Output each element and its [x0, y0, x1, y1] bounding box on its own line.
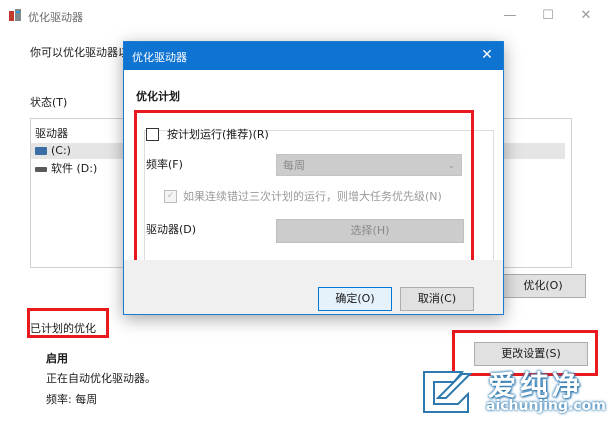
optimize-button[interactable]: 优化(O) [500, 274, 586, 298]
drive-label: 软件 (D:) [51, 162, 98, 175]
dialog-close-icon[interactable]: ✕ [477, 45, 497, 65]
dialog-body: 优化计划 按计划运行(推荐)(R) 频率(F) 每周 ⌄ ✓ 如果连续错过三次计… [124, 70, 503, 288]
window-description: 你可以优化驱动器以 [30, 46, 129, 59]
status-label: 状态(T) [30, 96, 68, 109]
schedule-status: 启用 [46, 352, 68, 365]
background-titlebar: 优化驱动器 — ☐ ✕ [0, 0, 614, 32]
drive-list-header[interactable]: 驱动器 [35, 125, 68, 141]
highlight-box-scheduled [27, 308, 109, 338]
drive-label: (C:) [51, 144, 71, 157]
close-button[interactable]: ✕ [564, 0, 608, 32]
defrag-app-icon [9, 9, 21, 21]
ok-button[interactable]: 确定(O) [318, 287, 392, 311]
watermark-url: aichunjing.com [486, 398, 606, 414]
drive-row-d[interactable]: 软件 (D:) [35, 161, 97, 177]
dialog-titlebar: 优化驱动器 ✕ [124, 42, 503, 70]
watermark-logo-icon [423, 371, 473, 413]
auto-optimize-status: 正在自动优化驱动器。 [46, 372, 156, 385]
section-title: 优化计划 [136, 90, 180, 103]
windows-drive-icon [35, 147, 47, 155]
cancel-button[interactable]: 取消(C) [400, 287, 474, 311]
frequency-status: 频率: 每周 [46, 393, 98, 406]
dialog-title: 优化驱动器 [132, 51, 187, 64]
optimize-schedule-dialog: 优化驱动器 ✕ 优化计划 按计划运行(推荐)(R) 频率(F) 每周 ⌄ ✓ 如… [123, 41, 504, 315]
drive-icon [35, 166, 47, 172]
background-window-title: 优化驱动器 [28, 11, 83, 24]
